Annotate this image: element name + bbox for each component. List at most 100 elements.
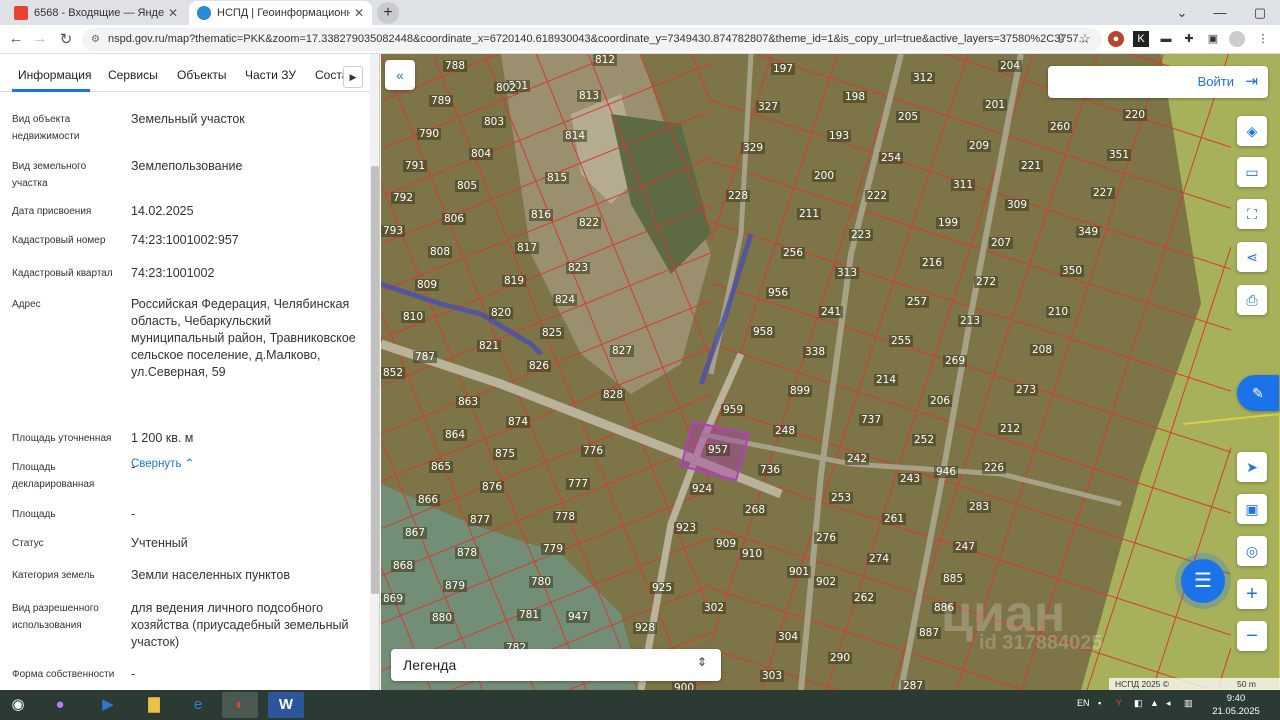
volume-icon[interactable]: ◂ bbox=[1166, 698, 1171, 709]
parcel-number[interactable]: 312 bbox=[911, 72, 936, 84]
layers-icon[interactable]: ◈ bbox=[1237, 116, 1267, 146]
parcel-number[interactable]: 815 bbox=[545, 172, 570, 184]
url-field[interactable]: ⚙ nspd.gov.ru/map?thematic=PKK&zoom=17.3… bbox=[82, 28, 1102, 51]
parcel-number[interactable]: 809 bbox=[415, 279, 440, 291]
parcel-number[interactable]: 269 bbox=[943, 355, 968, 367]
parcel-number[interactable]: 776 bbox=[581, 445, 606, 457]
parcel-number[interactable]: 255 bbox=[889, 335, 914, 347]
parcel-number[interactable]: 899 bbox=[788, 385, 813, 397]
panel-scrollbar[interactable] bbox=[370, 54, 379, 690]
alice-icon[interactable]: ● bbox=[42, 692, 78, 718]
parcel-number[interactable]: 211 bbox=[797, 208, 822, 220]
parcel-number[interactable]: 227 bbox=[1091, 187, 1116, 199]
parcel-number[interactable]: 260 bbox=[1048, 121, 1073, 133]
parcel-number[interactable]: 313 bbox=[835, 267, 860, 279]
parcel-number[interactable]: 197 bbox=[771, 63, 796, 75]
word-icon[interactable]: W bbox=[268, 692, 304, 718]
parcel-number[interactable]: 804 bbox=[469, 148, 494, 160]
parcel-number[interactable]: 221 bbox=[1019, 160, 1044, 172]
tray-app-icon[interactable]: ▪ bbox=[1098, 698, 1101, 708]
parcel-number[interactable]: 819 bbox=[502, 275, 527, 287]
locate-icon[interactable]: ➤ bbox=[1237, 452, 1267, 482]
parcel-number[interactable]: 876 bbox=[480, 481, 505, 493]
language-indicator[interactable]: EN bbox=[1077, 698, 1090, 708]
parcel-number[interactable]: 866 bbox=[416, 494, 441, 506]
parcel-number[interactable]: 874 bbox=[506, 416, 531, 428]
parcel-number[interactable]: 268 bbox=[743, 504, 768, 516]
ruler-icon[interactable]: ▭ bbox=[1237, 157, 1267, 187]
parcel-number[interactable]: 214 bbox=[874, 374, 899, 386]
parcel-number[interactable]: 820 bbox=[489, 307, 514, 319]
parcel-number[interactable]: 350 bbox=[1060, 265, 1085, 277]
tab-services[interactable]: Сервисы bbox=[108, 68, 158, 82]
parcel-number[interactable]: 351 bbox=[1107, 149, 1132, 161]
parcel-number[interactable]: 243 bbox=[898, 473, 923, 485]
parcel-number[interactable]: 780 bbox=[529, 576, 554, 588]
extensions-puzzle-icon[interactable]: ✚ bbox=[1181, 31, 1197, 47]
map-view[interactable]: 788 801 812 789 802 813 790 803 814 791 … bbox=[381, 54, 1280, 690]
maximize-icon[interactable]: ▢ bbox=[1240, 0, 1280, 25]
parcel-number[interactable]: 816 bbox=[529, 209, 554, 221]
parcel-number[interactable]: 226 bbox=[982, 462, 1007, 474]
parcel-number[interactable]: 864 bbox=[443, 429, 468, 441]
parcel-number[interactable]: 865 bbox=[429, 461, 454, 473]
media-player-icon[interactable]: ▶ bbox=[90, 692, 126, 718]
parcel-number[interactable]: 272 bbox=[974, 276, 999, 288]
network-icon[interactable]: ▲ bbox=[1150, 698, 1159, 708]
parcel-number[interactable]: 311 bbox=[951, 179, 976, 191]
parcel-number[interactable]: 253 bbox=[829, 492, 854, 504]
chat-icon[interactable]: ☰ bbox=[1181, 559, 1225, 603]
menu-kebab-icon[interactable]: ⋮ bbox=[1255, 31, 1271, 47]
parcel-number[interactable]: 910 bbox=[740, 548, 765, 560]
parcel-number[interactable]: 283 bbox=[967, 501, 992, 513]
parcel-number[interactable]: 887 bbox=[917, 627, 942, 639]
reload-icon[interactable]: ↻ bbox=[56, 30, 76, 48]
parcel-number[interactable]: 349 bbox=[1076, 226, 1101, 238]
parcel-number[interactable]: 957 bbox=[706, 444, 731, 456]
share-icon[interactable]: ⇪ bbox=[1053, 31, 1069, 47]
tab-objects[interactable]: Объекты bbox=[177, 68, 227, 82]
parcel-number[interactable]: 826 bbox=[527, 360, 552, 372]
parcel-number[interactable]: 788 bbox=[443, 60, 468, 72]
parcel-number[interactable]: 222 bbox=[865, 190, 890, 202]
extension-icon[interactable]: ● bbox=[1108, 31, 1124, 47]
parcel-number[interactable]: 868 bbox=[391, 560, 416, 572]
parcel-number[interactable]: 946 bbox=[934, 466, 959, 478]
tabs-scroll-right-button[interactable]: ▶ bbox=[343, 66, 363, 88]
collapse-panel-button[interactable]: « bbox=[385, 60, 415, 90]
tray-icon[interactable]: ▥ bbox=[1184, 698, 1193, 709]
parcel-number[interactable]: 274 bbox=[867, 553, 892, 565]
parcel-number[interactable]: 290 bbox=[828, 652, 853, 664]
parcel-number[interactable]: 909 bbox=[714, 538, 739, 550]
tab-parts[interactable]: Части ЗУ bbox=[245, 68, 296, 82]
parcel-number[interactable]: 878 bbox=[455, 547, 480, 559]
parcel-number[interactable]: 959 bbox=[721, 404, 746, 416]
profile-menu-icon[interactable]: ⌄ bbox=[1162, 0, 1202, 25]
parcel-number[interactable]: 257 bbox=[905, 296, 930, 308]
parcel-number[interactable]: 867 bbox=[403, 527, 428, 539]
parcel-number[interactable]: 208 bbox=[1030, 344, 1055, 356]
parcel-number[interactable]: 241 bbox=[819, 306, 844, 318]
folder-icon[interactable]: ▇ bbox=[136, 692, 172, 718]
parcel-number[interactable]: 947 bbox=[566, 611, 591, 623]
parcel-number[interactable]: 789 bbox=[429, 95, 454, 107]
parcel-number[interactable]: 778 bbox=[553, 511, 578, 523]
extension-k-icon[interactable]: K bbox=[1133, 31, 1149, 47]
parcel-number[interactable]: 852 bbox=[381, 367, 406, 379]
parcel-number[interactable]: 304 bbox=[776, 631, 801, 643]
parcel-number[interactable]: 822 bbox=[577, 217, 602, 229]
parcel-number[interactable]: 228 bbox=[726, 190, 751, 202]
login-button[interactable]: Войти ⇥ bbox=[1048, 66, 1268, 98]
clock[interactable]: 9:40 21.05.2025 bbox=[1206, 692, 1266, 718]
parcel-number[interactable]: 256 bbox=[781, 247, 806, 259]
parcel-number[interactable]: 924 bbox=[690, 483, 715, 495]
tab-nspd[interactable]: НСПД | Геоинформационный портал ✕ bbox=[189, 1, 372, 25]
parcel-number[interactable]: 220 bbox=[1123, 109, 1148, 121]
print-icon[interactable]: ⎙ bbox=[1237, 285, 1267, 315]
parcel-number[interactable]: 276 bbox=[814, 532, 839, 544]
parcel-number[interactable]: 777 bbox=[566, 478, 591, 490]
parcel-number[interactable]: 808 bbox=[428, 246, 453, 258]
parcel-number[interactable]: 814 bbox=[563, 130, 588, 142]
parcel-number[interactable]: 805 bbox=[455, 180, 480, 192]
parcel-number[interactable]: 812 bbox=[593, 54, 618, 66]
